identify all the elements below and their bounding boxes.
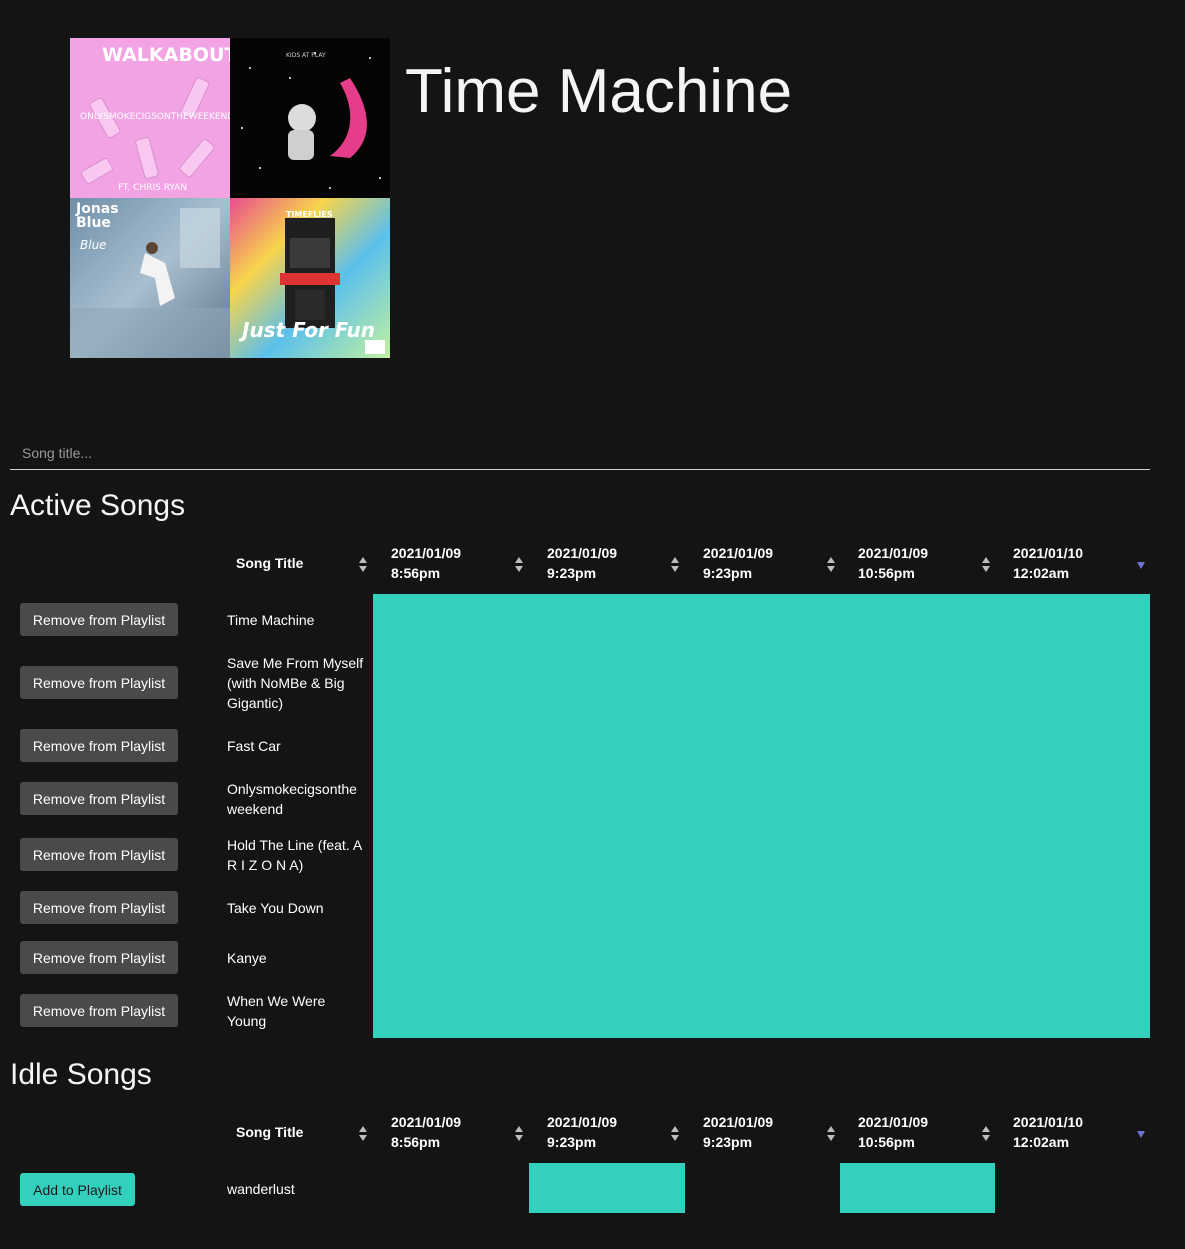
song-search <box>10 436 1150 470</box>
column-header-date-3[interactable]: 2021/01/09 9:23pm <box>695 540 841 598</box>
remove-from-playlist-button[interactable]: Remove from Playlist <box>20 666 178 699</box>
sort-icon[interactable] <box>670 557 680 573</box>
column-time: 12:02am <box>1013 1134 1070 1150</box>
idle-song-presence-cell <box>529 1163 685 1213</box>
song-title: Save Me From Myself (with NoMBe & Big Gi… <box>227 655 364 711</box>
remove-from-playlist-button[interactable]: Remove from Playlist <box>20 891 178 924</box>
column-header-date-4[interactable]: 2021/01/09 10:56pm <box>850 540 996 598</box>
column-time: 9:23pm <box>547 1134 597 1150</box>
column-header-song-title[interactable]: Song Title <box>227 1109 373 1167</box>
column-date: 2021/01/09 <box>391 545 462 561</box>
column-date: 2021/01/09 <box>703 1114 774 1130</box>
active-songs-heading: Active Songs <box>10 489 186 522</box>
active-table-header: Song Title 2021/01/09 8:56pm 2021/01/09 … <box>0 540 1150 598</box>
cover-text: TIMEFLIES <box>286 210 333 219</box>
cover-text: Just For Fun <box>242 318 376 342</box>
column-date: 2021/01/09 <box>703 545 774 561</box>
column-header-date-3[interactable]: 2021/01/09 9:23pm <box>695 1109 841 1167</box>
remove-from-playlist-button[interactable]: Remove from Playlist <box>20 729 178 762</box>
remove-from-playlist-button[interactable]: Remove from Playlist <box>20 782 178 815</box>
active-songs-presence-block <box>373 594 1150 1038</box>
add-to-playlist-button[interactable]: Add to Playlist <box>20 1173 135 1206</box>
remove-from-playlist-button[interactable]: Remove from Playlist <box>20 941 178 974</box>
remove-from-playlist-button[interactable]: Remove from Playlist <box>20 838 178 871</box>
column-time: 9:23pm <box>547 565 597 581</box>
song-title: Kanye <box>227 950 267 966</box>
column-date: 2021/01/09 <box>547 545 618 561</box>
song-title-search-input[interactable] <box>10 436 1150 469</box>
cover-text: Jonas Blue <box>76 201 119 231</box>
sort-icon[interactable] <box>670 1126 680 1142</box>
idle-songs-heading: Idle Songs <box>10 1058 152 1091</box>
song-title: When We Were Young <box>227 993 326 1029</box>
sort-icon[interactable] <box>358 1126 368 1142</box>
column-header-date-5[interactable]: 2021/01/10 12:02am <box>1005 540 1150 598</box>
cover-text: Blue <box>80 238 107 252</box>
column-label: Song Title <box>236 1124 304 1140</box>
column-date: 2021/01/09 <box>391 1114 462 1130</box>
column-date: 2021/01/09 <box>858 545 929 561</box>
walkabout-cover-image: WALKABOUT ONLYSMOKECIGSONTHEWEEKEND FT. … <box>70 38 230 198</box>
sort-icon[interactable] <box>981 1126 991 1142</box>
column-time: 10:56pm <box>858 1134 915 1150</box>
cover-text: KIDS AT PLAY <box>286 52 326 59</box>
column-date: 2021/01/09 <box>858 1114 929 1130</box>
column-header-date-1[interactable]: 2021/01/09 8:56pm <box>383 540 529 598</box>
column-header-date-4[interactable]: 2021/01/09 10:56pm <box>850 1109 996 1167</box>
song-title: Onlysmokecigsonthe weekend <box>227 781 357 817</box>
sort-descending-icon[interactable] <box>1136 562 1146 570</box>
column-date: 2021/01/10 <box>1013 545 1084 561</box>
sort-icon[interactable] <box>358 557 368 573</box>
song-title: Fast Car <box>227 738 281 754</box>
column-time: 8:56pm <box>391 1134 441 1150</box>
column-header-date-2[interactable]: 2021/01/09 9:23pm <box>539 1109 685 1167</box>
song-title: Take You Down <box>227 900 324 916</box>
jonas-blue-cover-image: Jonas Blue Blue <box>70 198 230 358</box>
sort-icon[interactable] <box>514 1126 524 1142</box>
column-time: 9:23pm <box>703 1134 753 1150</box>
sort-icon[interactable] <box>981 557 991 573</box>
column-time: 10:56pm <box>858 565 915 581</box>
cover-text: FT. CHRIS RYAN <box>118 183 188 193</box>
song-title: Time Machine <box>227 612 315 628</box>
column-header-date-1[interactable]: 2021/01/09 8:56pm <box>383 1109 529 1167</box>
cover-text: ONLYSMOKECIGSONTHEWEEKEND <box>80 112 230 122</box>
column-label: Song Title <box>236 555 304 571</box>
sort-icon[interactable] <box>514 557 524 573</box>
column-header-date-5[interactable]: 2021/01/10 12:02am <box>1005 1109 1150 1167</box>
kids-at-play-cover-image: KIDS AT PLAY <box>230 38 390 198</box>
remove-from-playlist-button[interactable]: Remove from Playlist <box>20 603 178 636</box>
column-header-date-2[interactable]: 2021/01/09 9:23pm <box>539 540 685 598</box>
cover-text: WALKABOUT <box>102 44 230 66</box>
playlist-title: Time Machine <box>405 57 793 126</box>
playlist-cover-collage: WALKABOUT ONLYSMOKECIGSONTHEWEEKEND FT. … <box>70 38 390 358</box>
sort-icon[interactable] <box>826 557 836 573</box>
idle-table-header: Song Title 2021/01/09 8:56pm 2021/01/09 … <box>0 1109 1150 1167</box>
column-time: 12:02am <box>1013 565 1070 581</box>
sort-descending-icon[interactable] <box>1136 1131 1146 1139</box>
column-header-song-title[interactable]: Song Title <box>227 540 373 598</box>
column-time: 9:23pm <box>703 565 753 581</box>
column-date: 2021/01/10 <box>1013 1114 1084 1130</box>
idle-song-presence-cell <box>840 1163 995 1213</box>
song-title: wanderlust <box>227 1181 295 1197</box>
kids-at-play-cover-art <box>241 52 381 189</box>
song-title: Hold The Line (feat. A R I Z O N A) <box>227 837 362 873</box>
timeflies-cover-image: TIMEFLIES Just For Fun <box>230 198 390 358</box>
remove-from-playlist-button[interactable]: Remove from Playlist <box>20 994 178 1027</box>
sort-icon[interactable] <box>826 1126 836 1142</box>
column-date: 2021/01/09 <box>547 1114 618 1130</box>
column-time: 8:56pm <box>391 565 441 581</box>
